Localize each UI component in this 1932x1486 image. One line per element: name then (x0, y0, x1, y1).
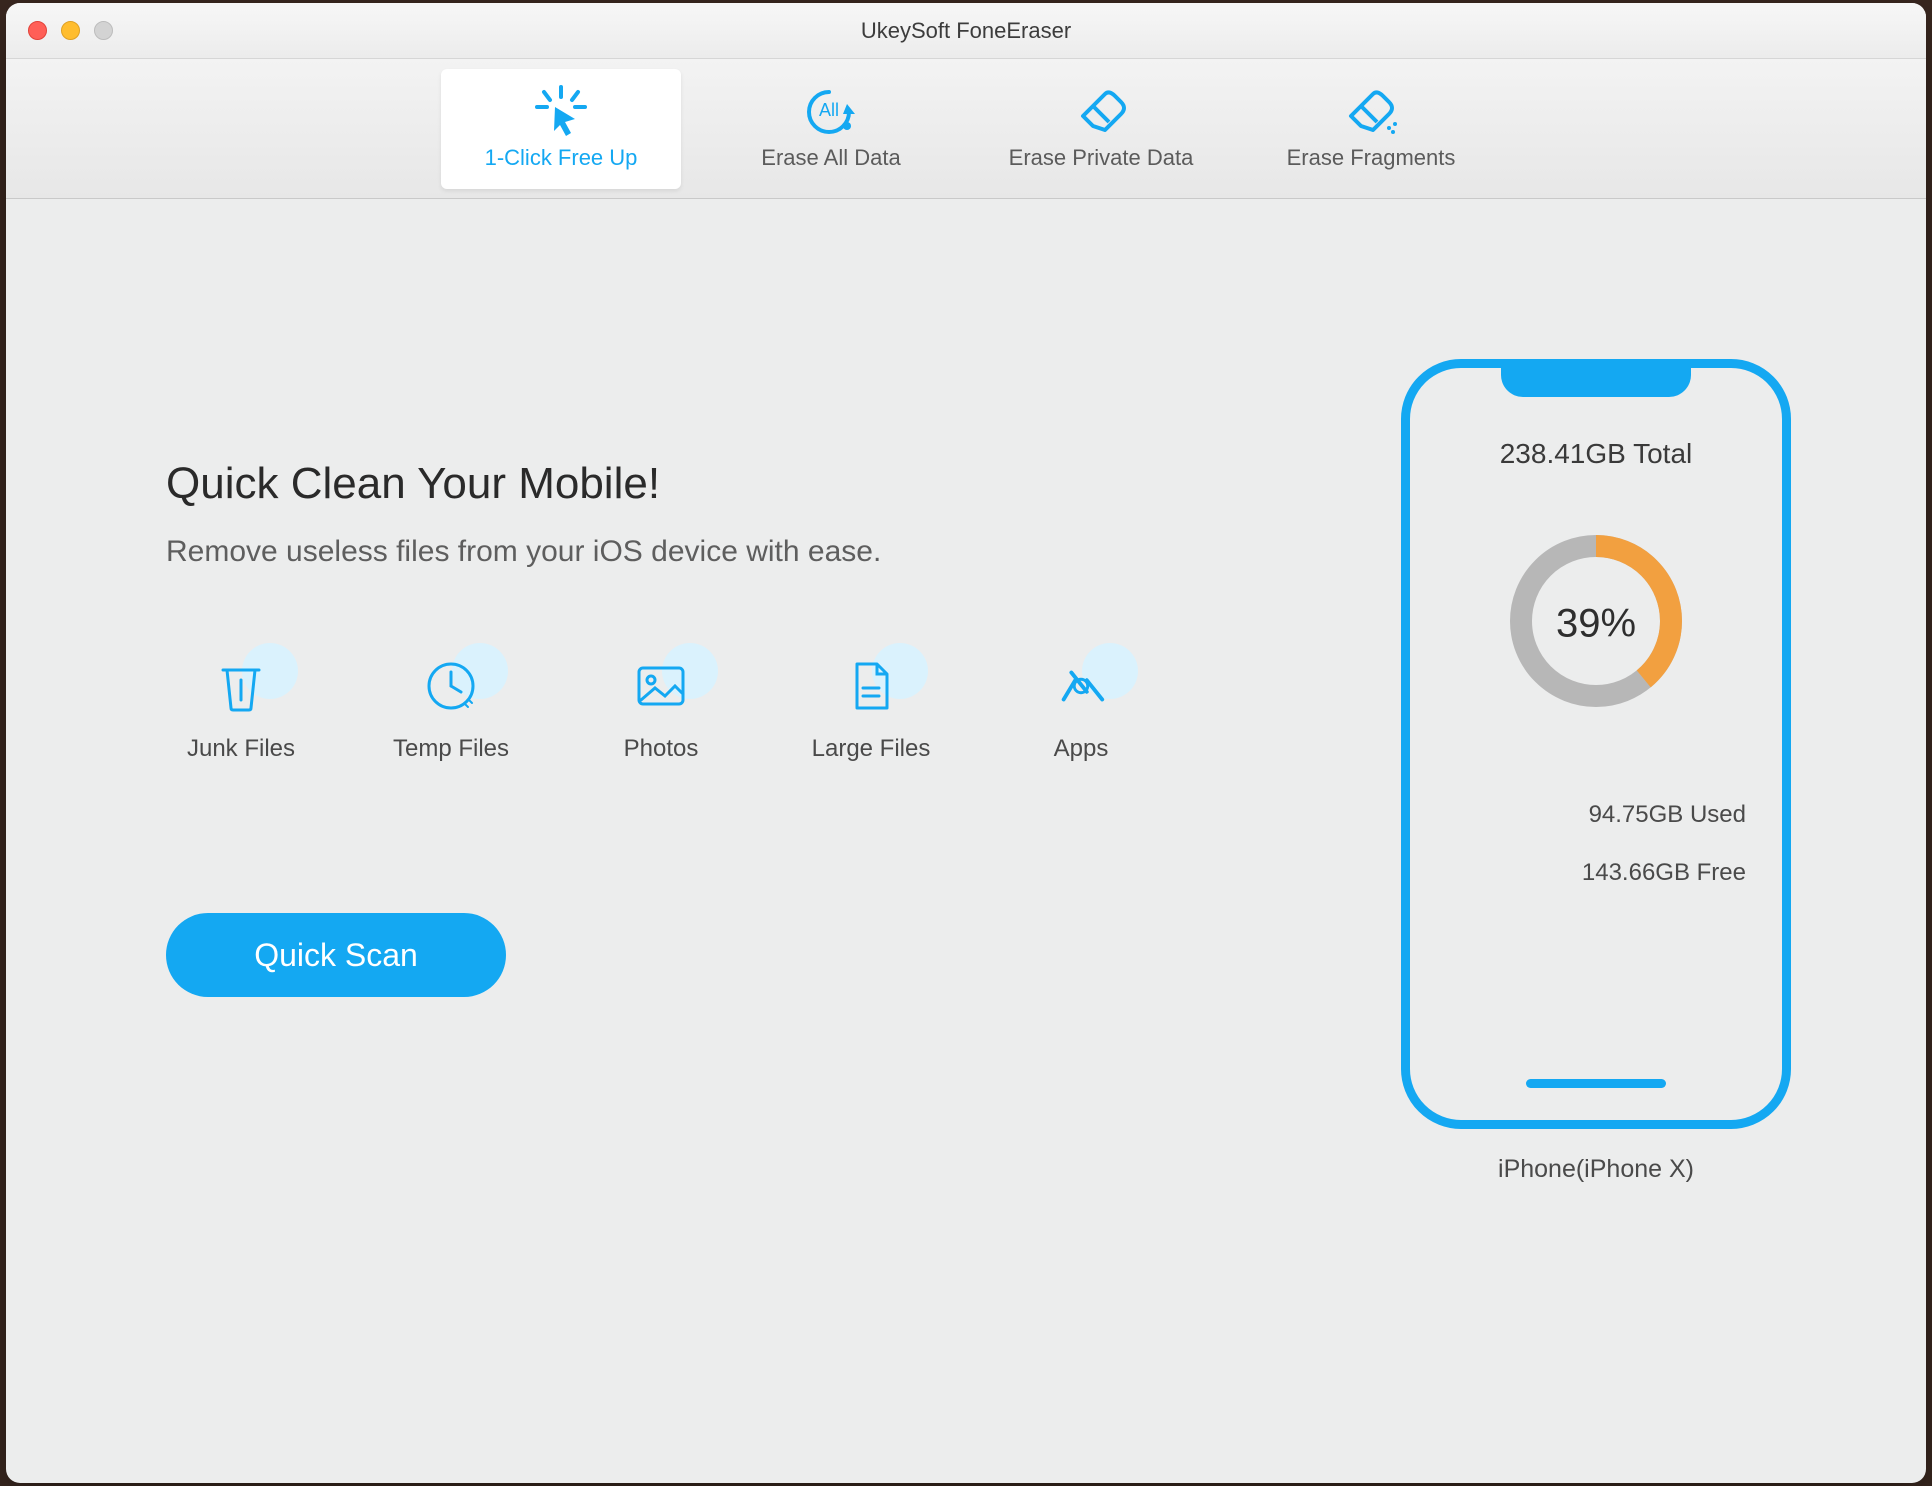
phone-homebar (1526, 1079, 1666, 1088)
category-junk-files[interactable]: Junk Files (166, 659, 316, 763)
svg-text:All: All (819, 100, 839, 120)
clock-icon (424, 659, 478, 713)
page-subheading: Remove useless files from your iOS devic… (166, 535, 1356, 569)
trash-icon (214, 659, 268, 713)
window-controls (6, 21, 113, 40)
storage-percent: 39% (1556, 601, 1636, 646)
storage-free: 143.66GB Free (1410, 859, 1782, 887)
eraser-fragments-icon (1343, 87, 1399, 135)
device-panel: 238.41GB Total 39% 94.75GB Used 143.66GB… (1356, 259, 1836, 1423)
category-label: Apps (1054, 735, 1109, 763)
content-area: Quick Clean Your Mobile! Remove useless … (6, 199, 1926, 1483)
storage-donut: 39% (1501, 526, 1691, 721)
eraser-icon (1075, 87, 1127, 135)
maximize-window-button[interactable] (94, 21, 113, 40)
storage-total: 238.41GB Total (1500, 438, 1693, 470)
phone-notch (1501, 363, 1691, 397)
phone-outline: 238.41GB Total 39% 94.75GB Used 143.66GB… (1401, 359, 1791, 1129)
category-label: Junk Files (187, 735, 295, 763)
tab-label: 1-Click Free Up (485, 145, 638, 171)
apps-icon (1054, 659, 1108, 713)
tab-label: Erase Fragments (1287, 145, 1456, 171)
category-apps[interactable]: Apps (1006, 659, 1156, 763)
category-label: Temp Files (393, 735, 509, 763)
device-name: iPhone(iPhone X) (1498, 1155, 1694, 1184)
main-panel: Quick Clean Your Mobile! Remove useless … (166, 259, 1356, 1423)
category-temp-files[interactable]: Temp Files (376, 659, 526, 763)
app-title: UkeySoft FoneEraser (861, 18, 1071, 44)
category-large-files[interactable]: Large Files (796, 659, 946, 763)
minimize-window-button[interactable] (61, 21, 80, 40)
tab-erase-all-data[interactable]: All Erase All Data (711, 69, 951, 189)
category-label: Large Files (812, 735, 931, 763)
category-label: Photos (624, 735, 699, 763)
tab-1-click-free-up[interactable]: 1-Click Free Up (441, 69, 681, 189)
close-window-button[interactable] (28, 21, 47, 40)
tab-erase-fragments[interactable]: Erase Fragments (1251, 69, 1491, 189)
category-photos[interactable]: Photos (586, 659, 736, 763)
tab-label: Erase Private Data (1009, 145, 1194, 171)
storage-used: 94.75GB Used (1410, 801, 1782, 829)
tab-erase-private-data[interactable]: Erase Private Data (981, 69, 1221, 189)
erase-all-icon: All (803, 87, 859, 135)
titlebar: UkeySoft FoneEraser (6, 3, 1926, 59)
page-heading: Quick Clean Your Mobile! (166, 459, 1356, 509)
tab-label: Erase All Data (761, 145, 900, 171)
app-window: UkeySoft FoneEraser 1-Click Free Up (6, 3, 1926, 1483)
document-icon (844, 659, 898, 713)
cursor-spark-icon (531, 87, 591, 135)
quick-scan-button[interactable]: Quick Scan (166, 913, 506, 997)
category-row: Junk Files (166, 659, 1356, 763)
tabbar: 1-Click Free Up All Erase All Data Er (6, 59, 1926, 199)
photo-icon (634, 659, 688, 713)
